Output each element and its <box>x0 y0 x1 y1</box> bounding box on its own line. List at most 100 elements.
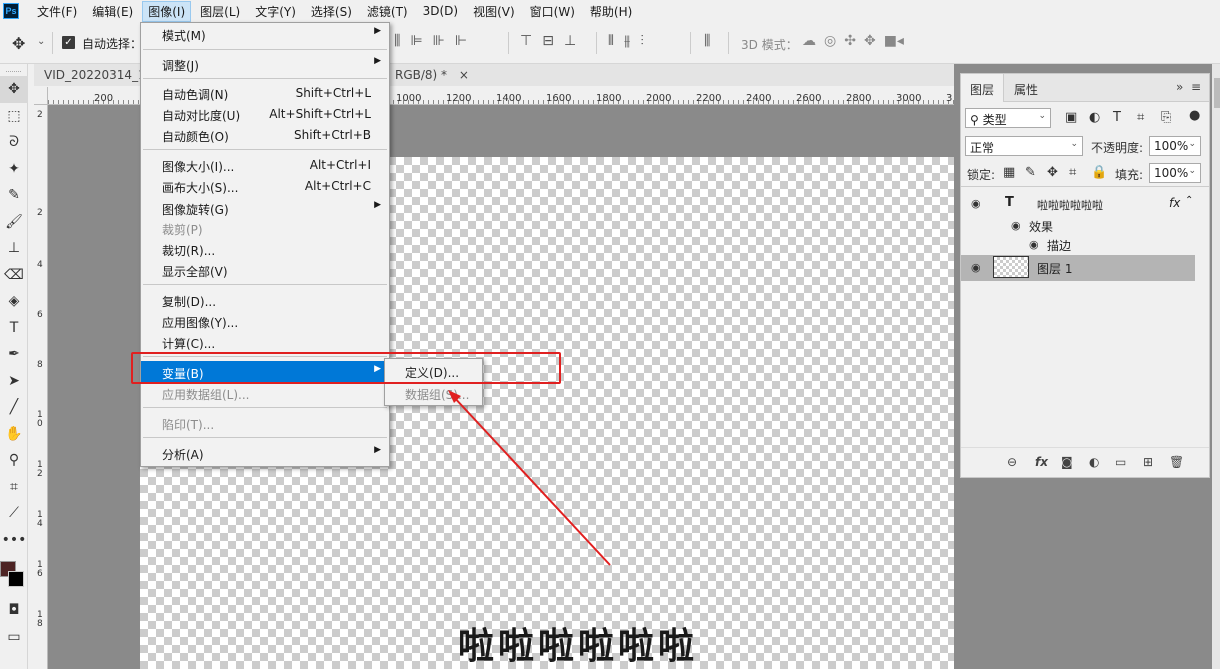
lock-transparent-icon[interactable]: ▦ <box>1003 165 1015 180</box>
lock-position-icon[interactable]: ✥ <box>1047 165 1058 180</box>
menu-item-variables[interactable]: 变量(B) ▶ <box>141 361 389 383</box>
filter-toggle-icon[interactable]: ● <box>1189 108 1200 123</box>
menu-image[interactable]: 图像(I) <box>142 0 192 22</box>
menu-item-mode[interactable]: 模式(M) ▶ <box>141 24 389 44</box>
new-layer-icon[interactable]: ⊞ <box>1143 455 1153 469</box>
filter-shape-icon[interactable]: ⌗ <box>1137 110 1144 125</box>
layer-effect-stroke[interactable]: ◉ 描边 <box>961 234 1195 256</box>
menu-item-calculations[interactable]: 计算(C)... <box>141 332 389 352</box>
menu-help[interactable]: 帮助(H) <box>584 1 638 22</box>
filter-kind-select[interactable]: ⚲ 类型 ⌄ <box>965 108 1051 128</box>
line-tool-icon[interactable]: ╱ <box>0 394 28 421</box>
menu-item-auto-color[interactable]: 自动颜色(O) Shift+Ctrl+B <box>141 125 389 145</box>
background-color-swatch[interactable] <box>8 571 24 587</box>
menu-item-trim[interactable]: 裁切(R)... <box>141 239 389 259</box>
menu-3d[interactable]: 3D(D) <box>417 2 464 20</box>
blend-mode-select[interactable]: 正常 ⌄ <box>965 136 1083 156</box>
menu-item-duplicate[interactable]: 复制(D)... <box>141 290 389 310</box>
chevron-down-icon[interactable]: ⌄ <box>37 36 45 47</box>
brush-tool-icon[interactable]: 🖌 <box>0 209 28 236</box>
menu-view[interactable]: 视图(V) <box>467 1 521 22</box>
distribute-left-icon[interactable]: ⫴ <box>608 33 614 49</box>
move-tool-icon[interactable]: ✥ <box>12 34 25 53</box>
opacity-input[interactable]: 100% ⌄ <box>1149 136 1201 156</box>
hand-tool-icon[interactable]: ✋ <box>0 421 28 448</box>
menu-item-image-rotation[interactable]: 图像旋转(G) ▶ <box>141 198 389 218</box>
lock-all-icon[interactable]: 🔒 <box>1091 165 1107 180</box>
roll-icon[interactable]: ◎ <box>824 33 836 49</box>
canvas-text-layer[interactable]: 啦啦啦啦啦啦 <box>458 617 698 669</box>
distribute-spacing-icon[interactable]: ⫼ <box>704 33 710 49</box>
distribute-right-icon[interactable]: ⫶ <box>640 33 644 49</box>
link-layers-icon[interactable]: ⊖ <box>1007 455 1017 469</box>
eraser-tool-icon[interactable]: ⌫ <box>0 262 28 289</box>
slide-icon[interactable]: ✥ <box>864 33 876 49</box>
menu-item-auto-tone[interactable]: 自动色调(N) Shift+Ctrl+L <box>141 83 389 103</box>
layer-text[interactable]: ◉ T 啦啦啦啦啦啦 fx ⌃ <box>961 193 1195 215</box>
menu-select[interactable]: 选择(S) <box>305 1 358 22</box>
menu-file[interactable]: 文件(F) <box>31 1 83 22</box>
filter-adjustment-icon[interactable]: ◐ <box>1089 110 1100 125</box>
ruler-tool-icon[interactable]: ⟋ <box>0 500 28 527</box>
eye-icon[interactable]: ◉ <box>1011 219 1021 232</box>
lock-pixels-icon[interactable]: ✎ <box>1025 165 1036 180</box>
new-group-icon[interactable]: ▭ <box>1115 455 1126 469</box>
adjustment-layer-icon[interactable]: ◐ <box>1089 455 1099 469</box>
layer-1[interactable]: ◉ 图层 1 <box>961 255 1195 281</box>
align-bottom-icon[interactable]: ⊥ <box>564 33 576 49</box>
align-center-icon[interactable]: ⊪ <box>433 33 445 49</box>
trash-icon[interactable]: 🗑 <box>1169 455 1184 469</box>
lock-artboard-icon[interactable]: ⌗ <box>1069 165 1076 180</box>
distribute-center-icon[interactable]: ⫵ <box>624 33 630 49</box>
align-middle-icon[interactable]: ⊟ <box>542 33 554 49</box>
crop-tool-icon[interactable]: ⌗ <box>0 474 28 501</box>
menu-item-adjustments[interactable]: 调整(J) ▶ <box>141 54 389 74</box>
align-icon[interactable]: ⫼ <box>394 33 400 49</box>
filter-pixel-icon[interactable]: ▣ <box>1065 110 1077 125</box>
document-tab-title[interactable]: RGB/8) * × <box>395 68 469 82</box>
move-tool-icon[interactable]: ✥ <box>0 76 28 103</box>
marquee-tool-icon[interactable]: ⬚ <box>0 103 28 130</box>
menu-item-analysis[interactable]: 分析(A) ▶ <box>141 443 389 463</box>
align-right-icon[interactable]: ⊩ <box>455 33 467 49</box>
menu-item-image-size[interactable]: 图像大小(I)... Alt+Ctrl+I <box>141 155 389 175</box>
eye-icon[interactable]: ◉ <box>971 261 981 274</box>
eyedropper-icon[interactable]: ✎ <box>0 182 28 209</box>
tab-properties[interactable]: 属性 <box>1005 74 1047 102</box>
selection-tool-icon[interactable]: ➤ <box>0 368 28 395</box>
screen-mode-icon[interactable]: ▭ <box>0 624 28 651</box>
panel-menu-icon[interactable]: » ≡ <box>1176 80 1201 94</box>
eye-icon[interactable]: ◉ <box>971 197 981 210</box>
menu-item-apply-image[interactable]: 应用图像(Y)... <box>141 311 389 331</box>
filter-smart-object-icon[interactable]: ⎘ <box>1161 110 1171 125</box>
menu-window[interactable]: 窗口(W) <box>524 1 581 22</box>
menu-layer[interactable]: 图层(L) <box>194 1 246 22</box>
magic-wand-icon[interactable]: ✦ <box>0 156 28 183</box>
menu-type[interactable]: 文字(Y) <box>249 1 302 22</box>
eye-icon[interactable]: ◉ <box>1029 238 1039 251</box>
add-mask-icon[interactable]: ◙ <box>1061 455 1073 469</box>
fill-input[interactable]: 100% ⌄ <box>1149 163 1201 183</box>
type-tool-icon[interactable]: T <box>0 315 28 342</box>
tab-layers[interactable]: 图层 <box>961 74 1005 102</box>
close-icon[interactable]: × <box>459 68 469 82</box>
more-tools-icon[interactable]: ••• <box>0 527 28 554</box>
align-left-icon[interactable]: ⊫ <box>410 33 422 49</box>
zoom-tool-icon[interactable]: ⚲ <box>0 447 28 474</box>
align-top-icon[interactable]: ⊤ <box>520 33 532 49</box>
scale-icon[interactable]: ■◂ <box>884 33 904 49</box>
lasso-tool-icon[interactable]: ᘐ <box>0 129 28 156</box>
orbit-icon[interactable]: ☁ <box>802 33 816 49</box>
dock-scrollbar[interactable] <box>1212 64 1220 669</box>
menu-edit[interactable]: 编辑(E) <box>86 1 139 22</box>
panel-grip[interactable] <box>6 64 21 72</box>
submenu-item-define[interactable]: 定义(D)... <box>405 364 459 381</box>
auto-select-checkbox[interactable]: ✓ <box>62 36 75 49</box>
bucket-tool-icon[interactable]: ◈ <box>0 288 28 315</box>
add-style-icon[interactable]: fx <box>1035 455 1048 469</box>
pen-tool-icon[interactable]: ✒ <box>0 341 28 368</box>
scrollbar-thumb[interactable] <box>1214 78 1220 108</box>
menu-item-reveal-all[interactable]: 显示全部(V) <box>141 260 389 280</box>
filter-type-icon[interactable]: T <box>1113 110 1121 125</box>
menu-filter[interactable]: 滤镜(T) <box>361 1 414 22</box>
